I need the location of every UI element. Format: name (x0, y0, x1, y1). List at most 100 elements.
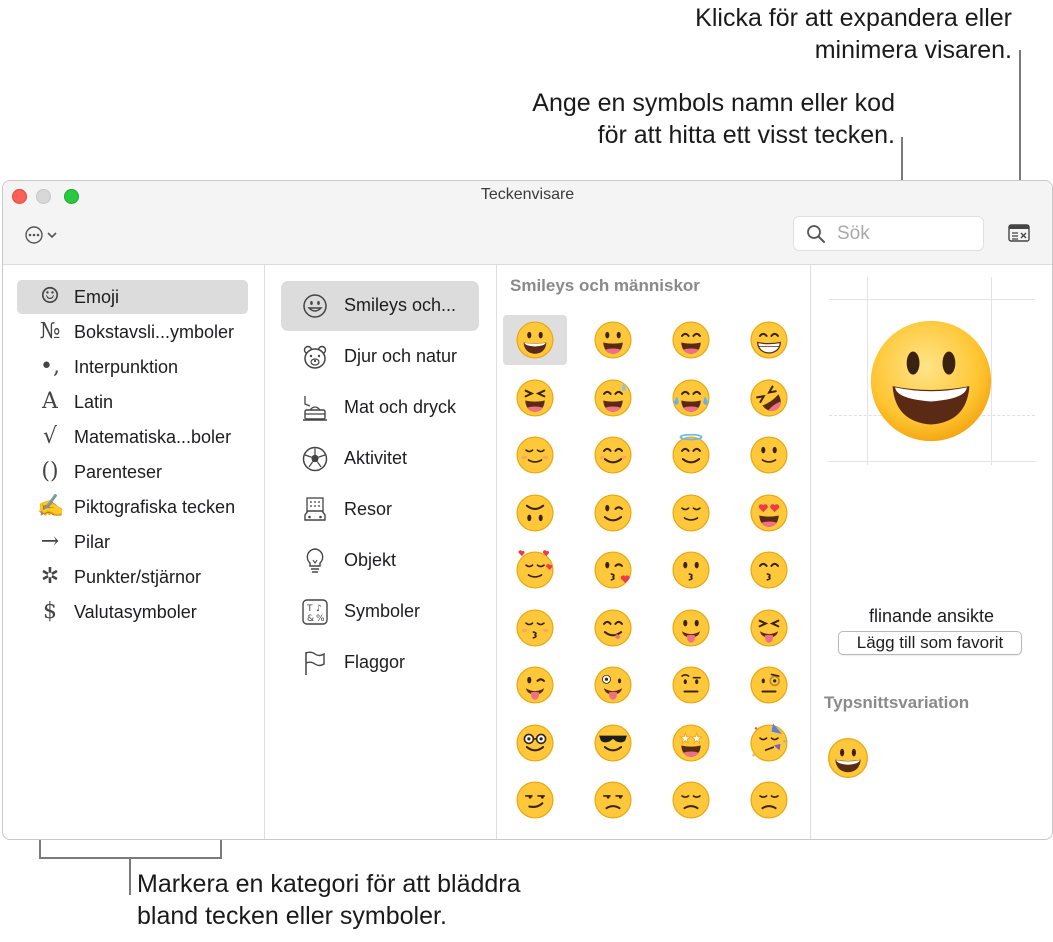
smiling-face-halo-emoji[interactable] (659, 430, 723, 480)
category-latin[interactable]: A Latin (17, 385, 248, 419)
subcategory-symbols[interactable]: T ♪ & % Symboler (281, 587, 479, 637)
smiling-face-smiling-eyes-emoji[interactable] (581, 430, 645, 480)
slightly-smiling-face-emoji[interactable] (737, 430, 801, 480)
unamused-face-emoji[interactable] (581, 775, 645, 825)
category-label: Piktografiska tecken (74, 497, 236, 517)
nerd-face-emoji[interactable] (503, 718, 567, 768)
category-label: Matematiska...boler (74, 427, 232, 447)
svg-text:♪: ♪ (316, 604, 322, 614)
face-tears-of-joy-icon (672, 378, 710, 417)
grinning-face-emoji[interactable] (503, 315, 567, 365)
callout-expand-viewer: Klicka för att expandera eller minimera … (560, 2, 1012, 66)
category-label: Punkter/stjärnor (74, 567, 202, 587)
chevron-down-icon (47, 232, 57, 239)
squinting-face-tongue-emoji[interactable] (737, 603, 801, 653)
partying-face-emoji[interactable] (737, 718, 801, 768)
face-savoring-food-emoji[interactable] (581, 603, 645, 653)
disappointed-face-emoji[interactable] (659, 775, 723, 825)
smiling-face-heart-eyes-emoji[interactable] (737, 488, 801, 538)
grinning-face-smiling-eyes-emoji[interactable] (659, 315, 723, 365)
action-menu-button[interactable] (24, 224, 60, 246)
smiling-face-hearts-icon (516, 550, 554, 589)
svg-text:&: & (307, 614, 314, 624)
category-currency[interactable]: $ Valutasymboler (17, 595, 248, 629)
category-pictographs[interactable]: ✍ Piktografiska tecken (17, 490, 248, 524)
face-with-tongue-emoji[interactable] (659, 603, 723, 653)
bear-face-icon (303, 345, 327, 369)
relieved-face-icon (672, 493, 710, 532)
kissing-face-emoji[interactable] (659, 545, 723, 595)
winking-face-emoji[interactable] (581, 488, 645, 538)
subcategory-label: Resor (344, 499, 393, 519)
rolling-laughing-face-emoji[interactable] (737, 373, 801, 423)
callout-category: Markera en kategori för att bläddra blan… (137, 868, 697, 932)
search-input[interactable] (835, 222, 979, 246)
subcategory-food-drink[interactable]: Mat och dryck (281, 383, 479, 433)
subcategory-animals-nature[interactable]: Djur och natur (281, 332, 479, 382)
grinning-face-big-eyes-icon (594, 321, 632, 359)
grinning-face-icon (516, 321, 554, 359)
smiling-face-hearts-emoji[interactable] (503, 545, 567, 595)
category-bullets-stars[interactable]: ✲ Punkter/stjärnor (17, 560, 248, 594)
category-arrows[interactable]: → Pilar (17, 525, 248, 559)
face-blowing-kiss-emoji[interactable] (581, 545, 645, 595)
square-root-icon: √ (42, 424, 58, 449)
grinning-squinting-face-emoji[interactable] (503, 373, 567, 423)
category-parentheses[interactable]: () Parenteser (17, 455, 248, 489)
smiling-face-emoji[interactable] (503, 430, 567, 480)
subcategory-label: Smileys och... (344, 295, 457, 315)
partying-face-icon (750, 722, 788, 762)
zany-face-emoji[interactable] (581, 660, 645, 710)
subcategory-label: Aktivitet (344, 448, 408, 468)
pensive-face-icon (750, 781, 788, 819)
svg-text:%: % (316, 614, 325, 624)
winking-face-tongue-emoji[interactable] (503, 660, 567, 710)
character-name: flinande ansikte (868, 606, 995, 626)
emoji-section-title: Smileys och människor (510, 276, 700, 295)
font-variation-title: Typsnittsvariation (824, 693, 970, 712)
subcategory-objects[interactable]: Objekt (281, 536, 479, 586)
callout-category-line1: Markera en kategori för att bläddra (137, 870, 521, 898)
face-with-monocle-emoji[interactable] (737, 660, 801, 710)
subcategory-label: Djur och natur (344, 346, 458, 366)
callout-expand-line1: Klicka för att expandera eller (695, 4, 1012, 32)
grinning-face-variation-icon[interactable] (827, 737, 869, 779)
category-math-symbols[interactable]: √ Matematiska...boler (17, 420, 248, 454)
category-punctuation[interactable]: •, Interpunktion (17, 350, 248, 384)
beaming-face-emoji[interactable] (737, 315, 801, 365)
face-with-tongue-icon (672, 608, 710, 647)
category-emoji[interactable]: ☺ Emoji (17, 280, 248, 314)
toggle-viewer-size-icon[interactable] (1008, 224, 1030, 242)
star-struck-icon (672, 723, 710, 762)
category-label: Latin (74, 392, 114, 412)
kissing-face-icon (672, 551, 710, 589)
right-arrow-icon: → (40, 529, 60, 554)
kissing-face-closed-eyes-emoji[interactable] (503, 603, 567, 653)
add-to-favorites-button[interactable]: Lägg till som favorit (838, 631, 1022, 655)
unamused-face-icon (594, 781, 632, 819)
star-struck-emoji[interactable] (659, 718, 723, 768)
subcategory-travel[interactable]: Resor (281, 485, 479, 535)
face-tears-of-joy-emoji[interactable] (659, 373, 723, 423)
relieved-face-emoji[interactable] (659, 488, 723, 538)
subcategory-flags[interactable]: Flaggor (281, 638, 479, 688)
kissing-face-smiling-eyes-emoji[interactable] (737, 545, 801, 595)
subcategory-smileys[interactable]: Smileys och... (281, 281, 479, 331)
pen-hand-icon: ✍ (37, 494, 65, 519)
face-raised-eyebrow-emoji[interactable] (659, 660, 723, 710)
winking-face-tongue-icon (516, 666, 554, 704)
smirking-face-emoji[interactable] (503, 775, 567, 825)
preview-guide-line (829, 299, 1035, 300)
upside-down-face-emoji[interactable] (503, 488, 567, 538)
grinning-face-big-eyes-emoji[interactable] (581, 315, 645, 365)
grinning-face-large-icon (870, 320, 992, 442)
search-field[interactable] (793, 216, 984, 251)
kissing-face-closed-eyes-icon (516, 608, 554, 647)
pensive-face-emoji[interactable] (737, 775, 801, 825)
smiling-face-sunglasses-emoji[interactable] (581, 718, 645, 768)
category-label: Interpunktion (74, 357, 179, 377)
subcategory-activity[interactable]: Aktivitet (281, 434, 479, 484)
grinning-face-sweat-emoji[interactable] (581, 373, 645, 423)
category-letterlike-symbols[interactable]: № Bokstavsli...ymboler (17, 315, 248, 349)
smiley-outline-icon: ☺ (40, 284, 60, 309)
